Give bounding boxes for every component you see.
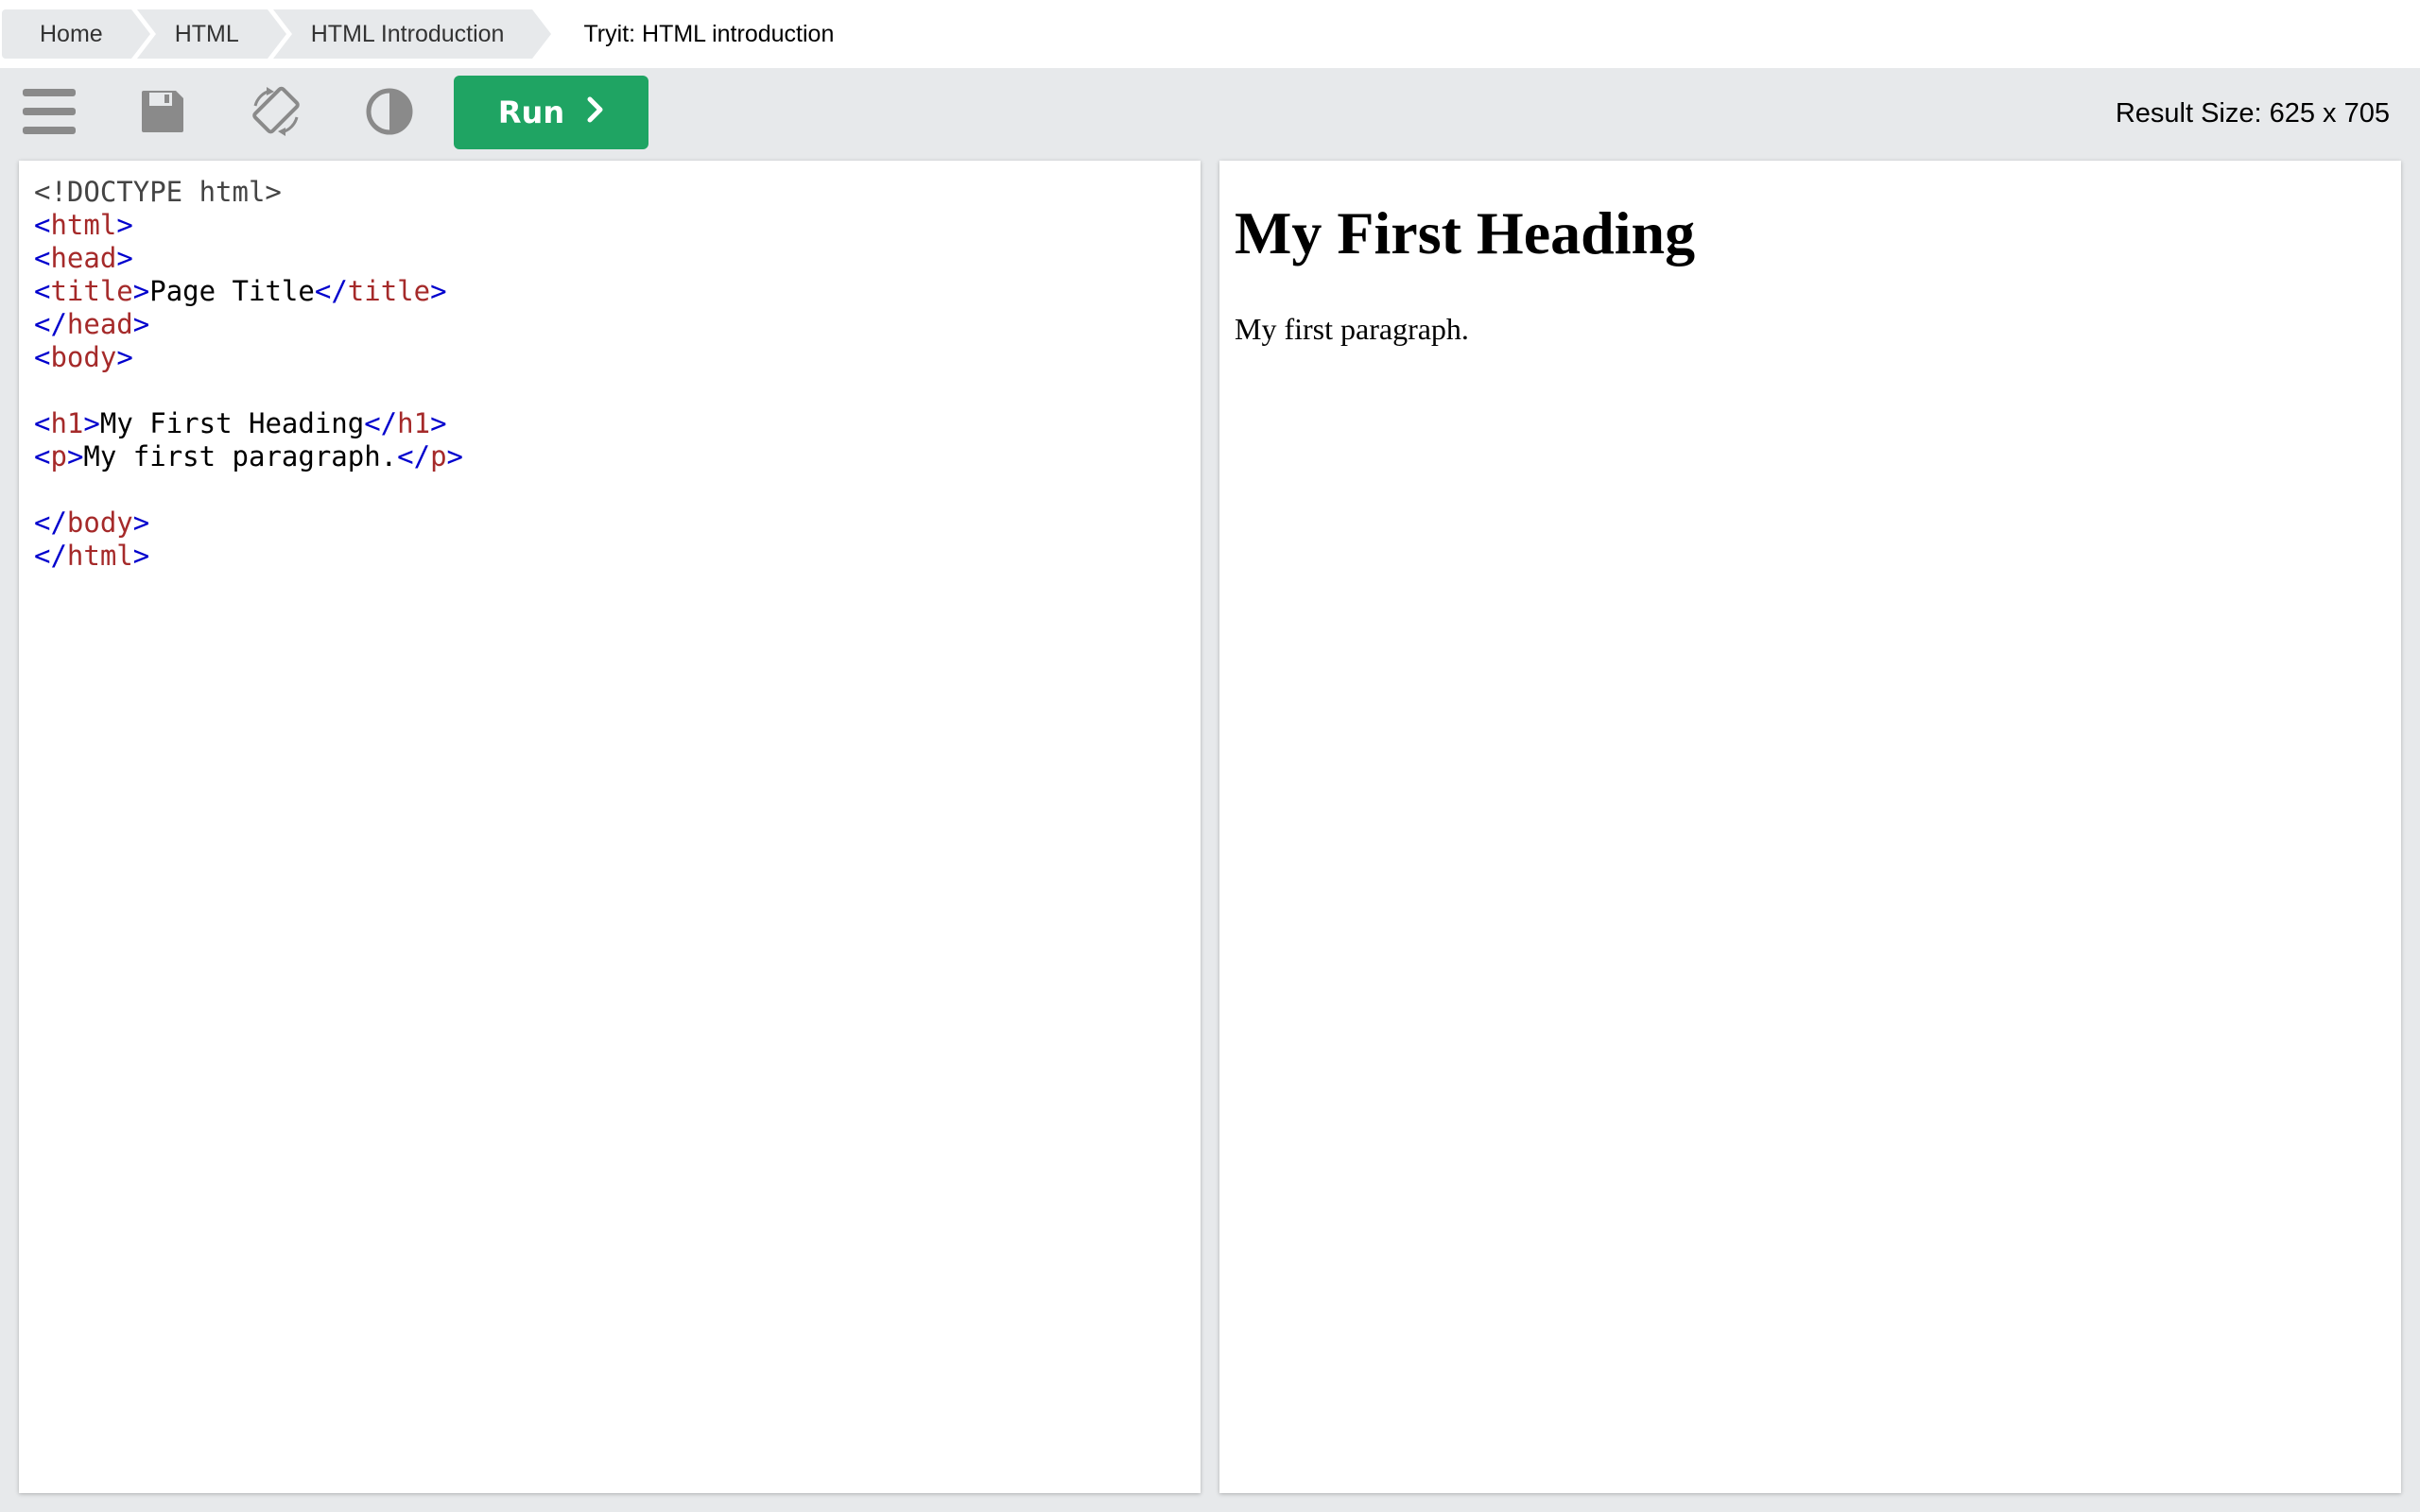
code-token: < [34, 209, 51, 241]
code-line: <h1>My First Heading</h1> [34, 407, 463, 440]
code-editor[interactable]: <!DOCTYPE html> <html> <head> <title>Page T… [19, 161, 1201, 1493]
code-token: </ [34, 308, 67, 340]
code-line: </body> [34, 507, 463, 540]
code-token: > [430, 407, 447, 439]
code-token: > [66, 440, 84, 472]
breadcrumb-home[interactable]: Home [2, 9, 150, 59]
code-token: < [34, 242, 51, 274]
code-content[interactable]: <!DOCTYPE html> <html> <head> <title>Page T… [34, 176, 463, 573]
code-line: <!DOCTYPE html> [34, 176, 463, 209]
code-token: < [34, 275, 51, 307]
code-token: > [430, 275, 447, 307]
code-token: html [66, 540, 133, 572]
breadcrumb-bar: Home HTML HTML Introduction Tryit: HTML … [0, 0, 2420, 68]
code-token: body [50, 341, 117, 373]
result-frame: My First Heading My first paragraph. [1219, 161, 2401, 1493]
code-token: > [132, 540, 150, 572]
code-line: <html> [34, 209, 463, 242]
breadcrumb-current: Tryit: HTML introduction [583, 20, 835, 47]
code-token: My First Heading [99, 407, 365, 439]
code-token: <!DOCTYPE html> [34, 176, 282, 208]
code-token: html [50, 209, 117, 241]
rotate-icon[interactable] [246, 81, 306, 142]
code-line: </head> [34, 308, 463, 341]
code-token: > [116, 341, 133, 373]
code-token: > [116, 242, 133, 274]
code-line: <p>My first paragraph.</p> [34, 440, 463, 473]
contrast-icon[interactable] [359, 81, 420, 142]
code-token: My first paragraph. [83, 440, 398, 472]
result-paragraph: My first paragraph. [1235, 312, 1469, 346]
code-token: > [132, 308, 150, 340]
run-button[interactable]: Run [454, 76, 648, 149]
code-token: title [50, 275, 133, 307]
result-size: Result Size: 625 x 705 [2115, 98, 2390, 129]
code-token: h1 [50, 407, 84, 439]
code-token: body [66, 507, 133, 539]
code-token: > [116, 209, 133, 241]
code-line: </html> [34, 540, 463, 573]
code-token: < [34, 440, 51, 472]
code-token: p [50, 440, 67, 472]
code-token: head [50, 242, 117, 274]
code-token: </ [34, 540, 67, 572]
code-token: </ [314, 275, 348, 307]
breadcrumb-html[interactable]: HTML [136, 9, 286, 59]
result-heading: My First Heading [1235, 199, 1696, 266]
code-token: </ [397, 440, 431, 472]
code-line: <head> [34, 242, 463, 275]
code-token: > [132, 275, 150, 307]
breadcrumb: Home HTML HTML Introduction Tryit: HTML … [2, 9, 868, 59]
code-token: > [446, 440, 463, 472]
code-line: <body> [34, 341, 463, 374]
chevron-right-icon [587, 94, 604, 130]
save-icon[interactable] [132, 81, 193, 142]
code-line: <title>Page Title</title> [34, 275, 463, 308]
code-token: < [34, 407, 51, 439]
run-label: Run [497, 94, 565, 130]
code-token: > [132, 507, 150, 539]
menu-icon[interactable] [19, 81, 79, 142]
code-token: title [347, 275, 431, 307]
code-token: h1 [397, 407, 431, 439]
code-token: Page Title [149, 275, 315, 307]
code-token: > [83, 407, 100, 439]
code-token: </ [34, 507, 67, 539]
code-token: head [66, 308, 133, 340]
toolbar: Run Result Size: 625 x 705 [0, 68, 2420, 159]
breadcrumb-html-introduction[interactable]: HTML Introduction [272, 9, 552, 59]
code-token: < [34, 341, 51, 373]
code-token: p [430, 440, 447, 472]
code-token: </ [364, 407, 398, 439]
